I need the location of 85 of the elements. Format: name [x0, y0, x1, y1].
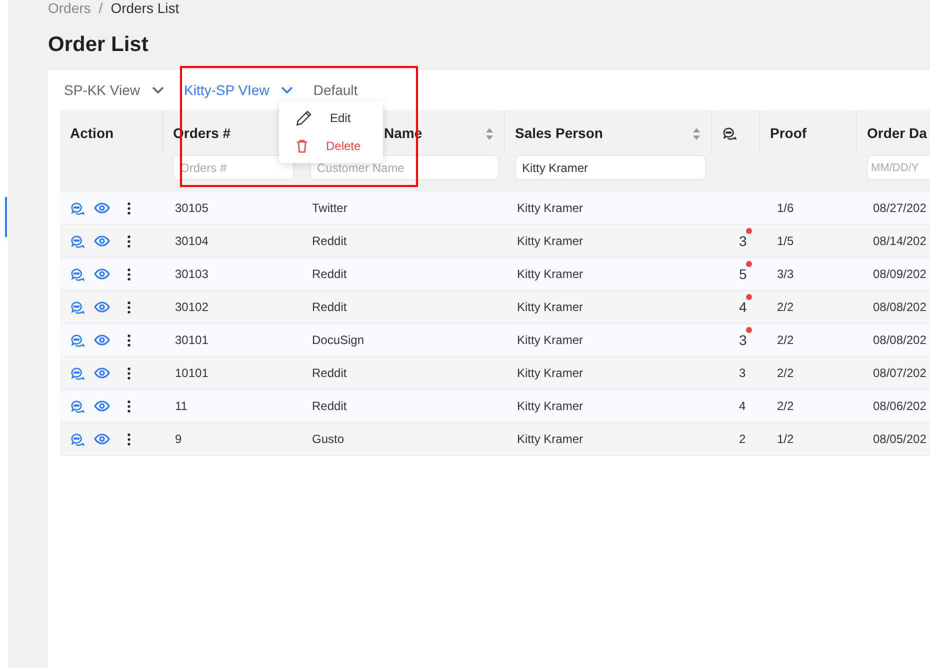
active-indicator: [5, 197, 7, 237]
more-icon[interactable]: [127, 366, 131, 380]
table-cell-text: Reddit: [312, 233, 347, 250]
comment-count: 3: [739, 365, 746, 382]
comment-count: 3: [739, 330, 747, 350]
eye-icon[interactable]: [94, 398, 110, 414]
table-cell-text: 08/09/202: [873, 266, 926, 283]
table-cell-text: Gusto: [312, 431, 344, 448]
filter-field[interactable]: Kitty Kramer: [515, 155, 706, 180]
table-cell-text: Kitty Kramer: [517, 266, 584, 283]
sort-icon[interactable]: [485, 126, 494, 140]
table-cell-text: Kitty Kramer: [517, 365, 584, 382]
table-cell-text: 08/08/202: [873, 299, 926, 316]
table-cell-text: Reddit: [312, 365, 347, 382]
eye-icon[interactable]: [94, 266, 110, 282]
table-cell-text: 10101: [175, 365, 208, 382]
comment-count: 4: [739, 398, 746, 415]
table-cell-text: DocuSign: [312, 332, 364, 349]
chevron-down-icon[interactable]: [281, 86, 294, 94]
table-cell-text: Reddit: [312, 266, 347, 283]
table-cell-text: 30105: [175, 200, 208, 217]
column-header: Order Da: [867, 124, 927, 143]
column-header: Action: [70, 124, 114, 143]
filter-field[interactable]: MM/DD/Y: [867, 155, 930, 180]
table-cell-text: 2/2: [777, 398, 794, 415]
column-header: Proof: [770, 124, 807, 143]
table-cell-text: Kitty Kramer: [517, 398, 584, 415]
chevron-down-icon[interactable]: [152, 86, 164, 94]
table-cell-text: 1/2: [777, 431, 794, 448]
breadcrumb-link[interactable]: Orders: [48, 0, 91, 16]
breadcrumb-separator: /: [98, 0, 103, 16]
comment-count: 2: [739, 431, 746, 448]
more-icon[interactable]: [127, 234, 131, 248]
more-icon[interactable]: [127, 202, 131, 214]
more-icon[interactable]: [127, 400, 131, 412]
table-cell-text: 08/27/202: [873, 200, 926, 217]
eye-icon[interactable]: [94, 299, 110, 315]
table-cell-text: Kitty Kramer: [517, 233, 584, 250]
table-cell-text: Reddit: [312, 398, 347, 415]
breadcrumb-current: Orders List: [110, 0, 180, 16]
eye-icon[interactable]: [94, 431, 110, 447]
table-cell-text: Reddit: [312, 299, 347, 316]
table-cell-text: 1/5: [777, 233, 794, 250]
table-cell-text: 30103: [175, 266, 208, 283]
more-icon[interactable]: [127, 300, 131, 314]
column-header: Sales Person: [515, 124, 603, 143]
page-title: Order List: [48, 32, 150, 58]
table-cell-text: 2/2: [777, 332, 794, 349]
comment-count: 4: [739, 298, 747, 316]
pencil-icon: [296, 110, 312, 126]
table-cell-text: 30104: [175, 233, 208, 250]
view-tab[interactable]: Kitty-SP VIew: [184, 80, 294, 100]
table-cell-text: 11: [175, 398, 188, 415]
table-cell-text: 2/2: [777, 299, 794, 316]
table-cell-text: 08/07/202: [873, 365, 926, 382]
table-cell-text: Kitty Kramer: [517, 299, 584, 316]
table-cell-text: Kitty Kramer: [517, 200, 584, 217]
table-cell-text: 1/6: [777, 200, 794, 217]
table-cell-text: Kitty Kramer: [517, 332, 584, 349]
view-tab[interactable]: Default: [313, 80, 358, 100]
view-tab[interactable]: SP-KK View: [64, 80, 164, 100]
more-icon[interactable]: [127, 268, 131, 280]
table-cell-text: 08/08/202: [873, 332, 926, 349]
table-cell-text: 2/2: [777, 365, 794, 382]
trash-icon: [296, 139, 308, 153]
table-cell-text: 08/05/202: [873, 431, 926, 448]
comment-count: 5: [739, 264, 747, 284]
table-cell-text: 30102: [175, 299, 208, 316]
eye-icon[interactable]: [94, 233, 110, 249]
more-icon[interactable]: [127, 334, 131, 346]
table-cell-text: 9: [175, 431, 182, 448]
table-cell-text: 08/14/202: [873, 233, 926, 250]
sort-icon[interactable]: [692, 126, 701, 140]
comment-count: 3: [739, 232, 747, 250]
table-cell-text: 08/06/202: [873, 398, 926, 415]
eye-icon[interactable]: [94, 365, 110, 381]
more-icon[interactable]: [127, 432, 131, 446]
eye-icon[interactable]: [94, 332, 110, 348]
table-cell-text: Kitty Kramer: [517, 431, 584, 448]
table-cell-text: 3/3: [777, 266, 794, 283]
table-cell-text: 30101: [175, 332, 208, 349]
chat-icon[interactable]: [722, 126, 737, 141]
table-cell-text: Twitter: [312, 200, 348, 217]
eye-icon[interactable]: [94, 200, 110, 216]
menu-item[interactable]: Edit: [279, 104, 383, 132]
